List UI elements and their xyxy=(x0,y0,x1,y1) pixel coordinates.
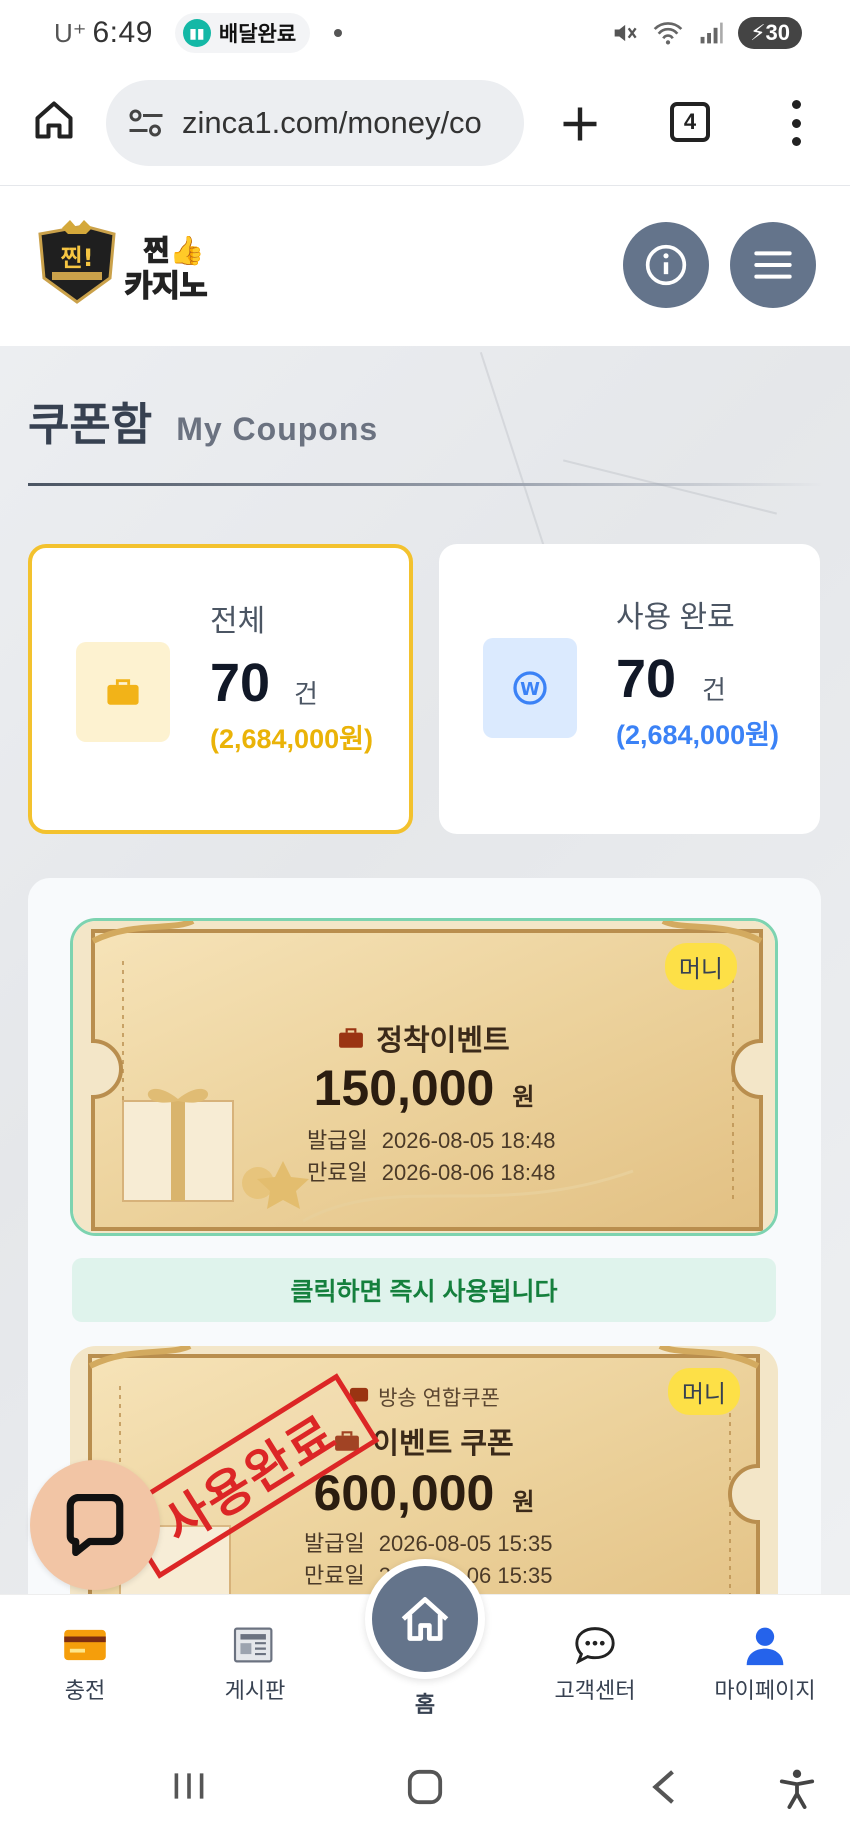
tab-count: 4 xyxy=(683,109,697,134)
live-chat-button[interactable] xyxy=(30,1460,160,1590)
delivery-app-icon: ▮▮ xyxy=(182,19,211,47)
issued-date: 2026-08-05 18:48 xyxy=(381,1128,556,1153)
bottom-navigation: 충전 게시판 홈 고객센터 마이페이지 xyxy=(0,1559,850,1738)
site-logo[interactable]: 찐! 찐👍 카지노 xyxy=(34,220,220,306)
coupon-title: 이벤트 쿠폰 xyxy=(70,1420,778,1462)
stat-used-amount: (2,684,000원) xyxy=(616,720,779,750)
stat-card-used[interactable]: W 사용 완료 70 건 (2,684,000원) xyxy=(439,544,820,834)
tab-switcher-button[interactable]: 4 xyxy=(670,102,710,142)
menu-button[interactable] xyxy=(730,222,816,308)
address-bar[interactable]: zinca1.com/money/co xyxy=(106,80,524,166)
stat-total-unit: 건 xyxy=(294,679,318,709)
won-coin-icon: W xyxy=(483,638,577,738)
coupon-page: 쿠폰함 My Coupons 전체 70 건 (2,684,000원) W 사용… xyxy=(0,346,850,1594)
browser-toolbar: zinca1.com/money/co 4 xyxy=(0,66,850,186)
issued-label: 발급일 xyxy=(304,1531,365,1556)
back-icon[interactable] xyxy=(648,1768,678,1811)
stat-total-count: 70 xyxy=(210,653,271,713)
chat-icon xyxy=(66,1494,124,1556)
nav-home-button[interactable] xyxy=(365,1559,485,1679)
newspaper-icon xyxy=(233,1627,273,1663)
stat-card-total[interactable]: 전체 70 건 (2,684,000원) xyxy=(28,544,413,834)
use-coupon-button[interactable]: 클릭하면 즉시 사용됩니다 xyxy=(72,1258,776,1322)
status-bar: U⁺ 6:49 ▮▮ 배달완료 ⚡30 xyxy=(0,0,850,66)
system-home-icon[interactable] xyxy=(406,1768,444,1811)
coupon-card[interactable]: 머니 정착이벤트 150,000 원 발급일 2026-08-05 18:48 만… xyxy=(70,918,778,1236)
coupon-amount-value: 600,000 xyxy=(313,1465,495,1521)
coupon-subtitle-text: 방송 연합쿠폰 xyxy=(378,1387,500,1410)
site-settings-icon[interactable] xyxy=(128,108,164,138)
notification-chip: ▮▮ 배달완료 xyxy=(174,13,311,53)
issued-label: 발급일 xyxy=(307,1128,368,1153)
coupon-currency: 원 xyxy=(512,1084,535,1111)
accessibility-icon[interactable] xyxy=(778,1768,816,1815)
nav-mypage[interactable]: 마이페이지 xyxy=(680,1623,850,1705)
expiry-label: 만료일 xyxy=(307,1160,368,1185)
more-notifications-dot xyxy=(334,29,343,37)
home-icon xyxy=(401,1597,449,1641)
stat-used-label: 사용 완료 xyxy=(616,601,735,634)
coupon-dates: 발급일 2026-08-05 18:48 만료일 2026-08-06 18:48 xyxy=(307,1125,555,1189)
svg-text:카지노: 카지노 xyxy=(125,269,208,304)
page-title-en: My Coupons xyxy=(176,411,379,447)
coupon-currency: 원 xyxy=(512,1489,535,1516)
marble-vein xyxy=(563,459,777,515)
browser-home-icon[interactable] xyxy=(32,98,76,142)
coupon-title-text: 이벤트 쿠폰 xyxy=(372,1428,514,1460)
speech-bubble-icon xyxy=(575,1627,615,1665)
clock: 6:49 xyxy=(92,16,153,49)
coupon-card[interactable]: 머니 방송 연합쿠폰 이벤트 쿠폰 600,000 원 발급일 2026-08-0… xyxy=(70,1346,778,1594)
expiry-label: 만료일 xyxy=(304,1563,365,1588)
stat-total-label: 전체 xyxy=(210,605,266,638)
system-navigation-bar xyxy=(0,1738,850,1842)
notification-text: 배달완료 xyxy=(218,23,297,46)
nav-board-label: 게시판 xyxy=(224,1678,286,1703)
svg-text:W: W xyxy=(520,679,540,700)
nav-support[interactable]: 고객센터 xyxy=(510,1623,680,1705)
nav-support-label: 고객센터 xyxy=(554,1678,636,1703)
battery-indicator: ⚡30 xyxy=(738,17,802,49)
credit-card-icon xyxy=(64,1629,106,1661)
recent-apps-icon[interactable] xyxy=(170,1768,208,1809)
briefcase-icon xyxy=(76,642,170,742)
mute-icon xyxy=(614,24,637,42)
stat-used-unit: 건 xyxy=(702,675,726,705)
issued-date: 2026-08-05 15:35 xyxy=(378,1531,553,1556)
nav-board[interactable]: 게시판 xyxy=(170,1623,340,1705)
coupon-title-text: 정착이벤트 xyxy=(376,1025,510,1057)
nav-charge-label: 충전 xyxy=(64,1678,106,1703)
carrier-label: U⁺ xyxy=(54,17,87,48)
coupon-title: 정착이벤트 xyxy=(73,1017,775,1059)
status-icons: ⚡30 xyxy=(610,17,802,49)
nav-charge[interactable]: 충전 xyxy=(0,1623,170,1705)
browser-menu-icon[interactable] xyxy=(790,100,802,146)
coupon-amount-value: 150,000 xyxy=(313,1060,495,1116)
url-text: zinca1.com/money/co xyxy=(182,105,482,140)
logo-badge-text: 찐! xyxy=(60,244,93,272)
page-title: 쿠폰함 My Coupons xyxy=(28,388,378,453)
info-icon xyxy=(645,244,687,286)
stat-total-amount: (2,684,000원) xyxy=(210,724,373,754)
coupon-amount: 150,000 원 xyxy=(73,1059,775,1117)
coupon-subtitle: 방송 연합쿠폰 xyxy=(70,1382,778,1412)
coupon-type-badge: 머니 xyxy=(664,943,737,990)
hamburger-icon xyxy=(754,251,792,279)
new-tab-icon[interactable] xyxy=(558,102,602,146)
nav-mypage-label: 마이페이지 xyxy=(714,1678,816,1703)
page-title-ko: 쿠폰함 xyxy=(28,399,153,450)
stat-used-count: 70 xyxy=(616,649,677,709)
info-button[interactable] xyxy=(623,222,709,308)
svg-text:찐👍: 찐👍 xyxy=(144,234,205,267)
title-divider xyxy=(28,483,823,486)
wifi-icon xyxy=(653,22,683,45)
signal-icon xyxy=(700,22,723,44)
user-icon xyxy=(746,1627,784,1666)
site-header: 찐! 찐👍 카지노 xyxy=(0,186,850,346)
briefcase-icon xyxy=(339,1028,364,1048)
expiry-date: 2026-08-06 18:48 xyxy=(381,1160,556,1185)
